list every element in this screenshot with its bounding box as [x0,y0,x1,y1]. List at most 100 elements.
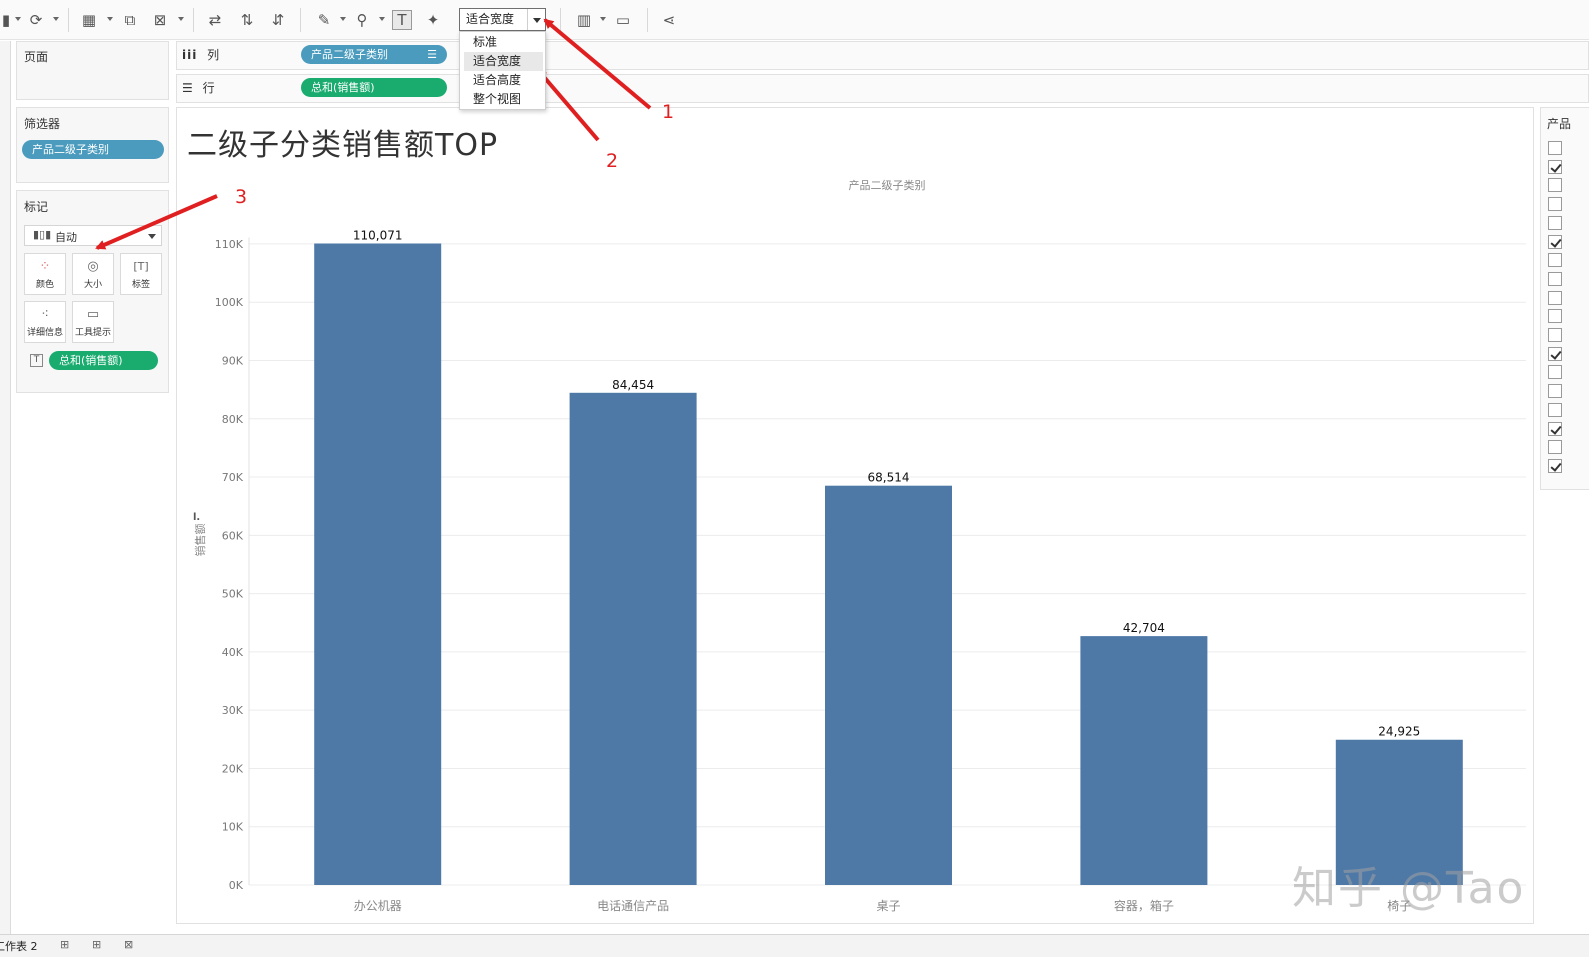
marks-label-button[interactable]: [T] 标签 [120,253,162,295]
label-pill[interactable]: 总和(销售额) [49,351,158,370]
rows-pill[interactable]: 总和(销售额) [301,78,447,97]
marks-detail-button[interactable]: ⁖ 详细信息 [24,301,66,343]
filters-title: 筛选器 [24,117,61,131]
mark-type-value: 自动 [55,231,77,244]
show-me-chart-icon[interactable]: ▥ [574,10,594,30]
legend-checkbox[interactable] [1548,253,1562,268]
pages-shelf[interactable]: 页面 [16,41,169,100]
marks-size-button[interactable]: ◎ 大小 [72,253,114,295]
legend-checkbox[interactable] [1548,402,1562,417]
chevron-down-icon[interactable] [148,234,156,239]
label-encoding-icon: T [30,354,43,367]
tableau-workspace: ▮ ⟳ ▦ ⧉ ⊠ ⇄ ⇅ ⇵ ✎ ⚲ T ✦ 适合宽度 ▥ ▭ ⋖ 标准 适合… [0,0,1589,957]
fix-axes-pin-icon[interactable]: ✦ [423,10,443,30]
legend-checkbox[interactable] [1548,309,1562,324]
chevron-down-icon[interactable] [527,9,545,30]
tooltip-bubble-icon: ▭ [86,307,100,322]
new-story-icon[interactable]: ⊠ [124,938,133,951]
chevron-down-icon[interactable] [178,17,184,21]
legend-checkbox[interactable] [1548,384,1562,399]
toolbar: ▮ ⟳ ▦ ⧉ ⊠ ⇄ ⇅ ⇵ ✎ ⚲ T ✦ 适合宽度 ▥ ▭ ⋖ [0,0,1589,40]
marks-color-button[interactable]: ⁘ 颜色 [24,253,66,295]
new-worksheet-icon[interactable]: ▦ [79,10,99,30]
fit-option-entire-view[interactable]: 整个视图 [464,90,543,109]
legend-checkbox[interactable] [1548,458,1562,473]
sort-descending-icon[interactable]: ⇵ [268,10,288,30]
x-tick-label: 电话通信产品 [597,899,669,913]
y-tick-label: 110K [215,238,244,251]
legend-checkbox[interactable] [1548,421,1562,436]
columns-shelf-label: iii 列 [182,46,302,67]
marks-label-label: 标签 [131,280,150,290]
show-mark-labels-icon[interactable]: T [392,10,412,30]
filter-legend: 产品 [1540,107,1589,490]
new-sheet-icon[interactable]: ⊞ [60,938,69,951]
sort-ascending-icon[interactable]: ⇅ [237,10,257,30]
chevron-down-icon[interactable] [340,17,346,21]
filter-pill[interactable]: 产品二级子类别 [22,140,164,159]
rows-shelf[interactable]: ☰ 行 总和(销售额) [176,74,1589,103]
chevron-down-icon[interactable] [107,17,113,21]
y-tick-label: 90K [222,354,244,367]
group-paperclip-icon[interactable]: ⚲ [352,10,372,30]
presentation-mode-icon[interactable]: ▭ [613,10,633,30]
legend-checkbox[interactable] [1548,178,1562,193]
y-tick-label: 50K [222,588,244,601]
clear-sheet-icon[interactable]: ⊠ [150,10,170,30]
fit-option-fit-width[interactable]: 适合宽度 [464,52,543,71]
chevron-down-icon[interactable] [15,17,21,21]
highlight-pen-icon[interactable]: ✎ [314,10,334,30]
legend-title: 产品 [1547,117,1572,131]
chevron-down-icon[interactable] [379,17,385,21]
annotation-number-3: 3 [235,186,248,208]
sort-axis-icon: l. [193,512,200,523]
legend-checkbox[interactable] [1548,197,1562,212]
y-tick-label: 80K [222,413,244,426]
marks-size-label: 大小 [83,280,102,290]
fit-select[interactable]: 适合宽度 [459,8,546,31]
swap-rows-columns-icon[interactable]: ⇄ [205,10,225,30]
partial-toolbar-icon[interactable]: ▮ [0,10,16,30]
legend-checkbox[interactable] [1548,365,1562,380]
y-tick-label: 70K [222,471,244,484]
mark-type-select[interactable]: ▮▯▮ 自动 [24,225,162,246]
chevron-down-icon[interactable] [600,17,606,21]
legend-checkbox[interactable] [1548,440,1562,455]
share-icon[interactable]: ⋖ [659,10,679,30]
toolbar-divider [193,8,194,32]
columns-shelf[interactable]: iii 列 产品二级子类别 ☰ [176,41,1589,70]
marks-detail-label: 详细信息 [26,328,63,338]
refresh-icon[interactable]: ⟳ [26,10,46,30]
legend-checkbox[interactable] [1548,346,1562,361]
y-tick-label: 40K [222,646,244,659]
columns-pill-label: 产品二级子类别 [311,48,388,61]
marks-tooltip-button[interactable]: ▭ 工具提示 [72,301,114,343]
rows-shelf-text: 行 [202,81,215,95]
size-circles-icon: ◎ [87,259,99,274]
sheet-tab[interactable]: 工作表 2 [0,938,38,954]
side-strip [0,41,11,934]
fit-option-fit-height[interactable]: 适合高度 [464,71,543,90]
chevron-down-icon[interactable] [53,17,59,21]
legend-checkbox[interactable] [1548,271,1562,286]
columns-shelf-text: 列 [207,48,220,62]
legend-checkbox[interactable] [1548,215,1562,230]
y-tick-label: 30K [222,704,244,717]
fit-option-standard[interactable]: 标准 [464,33,543,52]
bar-value-label: 68,514 [868,471,910,485]
bar [314,243,442,885]
legend-checkbox[interactable] [1548,290,1562,305]
legend-checkbox[interactable] [1548,141,1562,155]
new-dashboard-icon[interactable]: ⊞ [92,938,101,951]
fit-dropdown-menu: 标准 适合宽度 适合高度 整个视图 [459,31,546,110]
legend-checkbox[interactable] [1548,328,1562,342]
legend-checkbox[interactable] [1548,234,1562,249]
watermark: 知乎 @Tao [1292,863,1526,914]
bar [569,392,697,885]
bar [825,485,952,885]
y-tick-label: 0K [229,879,244,892]
duplicate-sheet-icon[interactable]: ⧉ [120,10,140,30]
y-tick-label: 60K [222,529,244,542]
legend-checkbox[interactable] [1548,159,1562,174]
columns-pill[interactable]: 产品二级子类别 ☰ [301,45,447,64]
